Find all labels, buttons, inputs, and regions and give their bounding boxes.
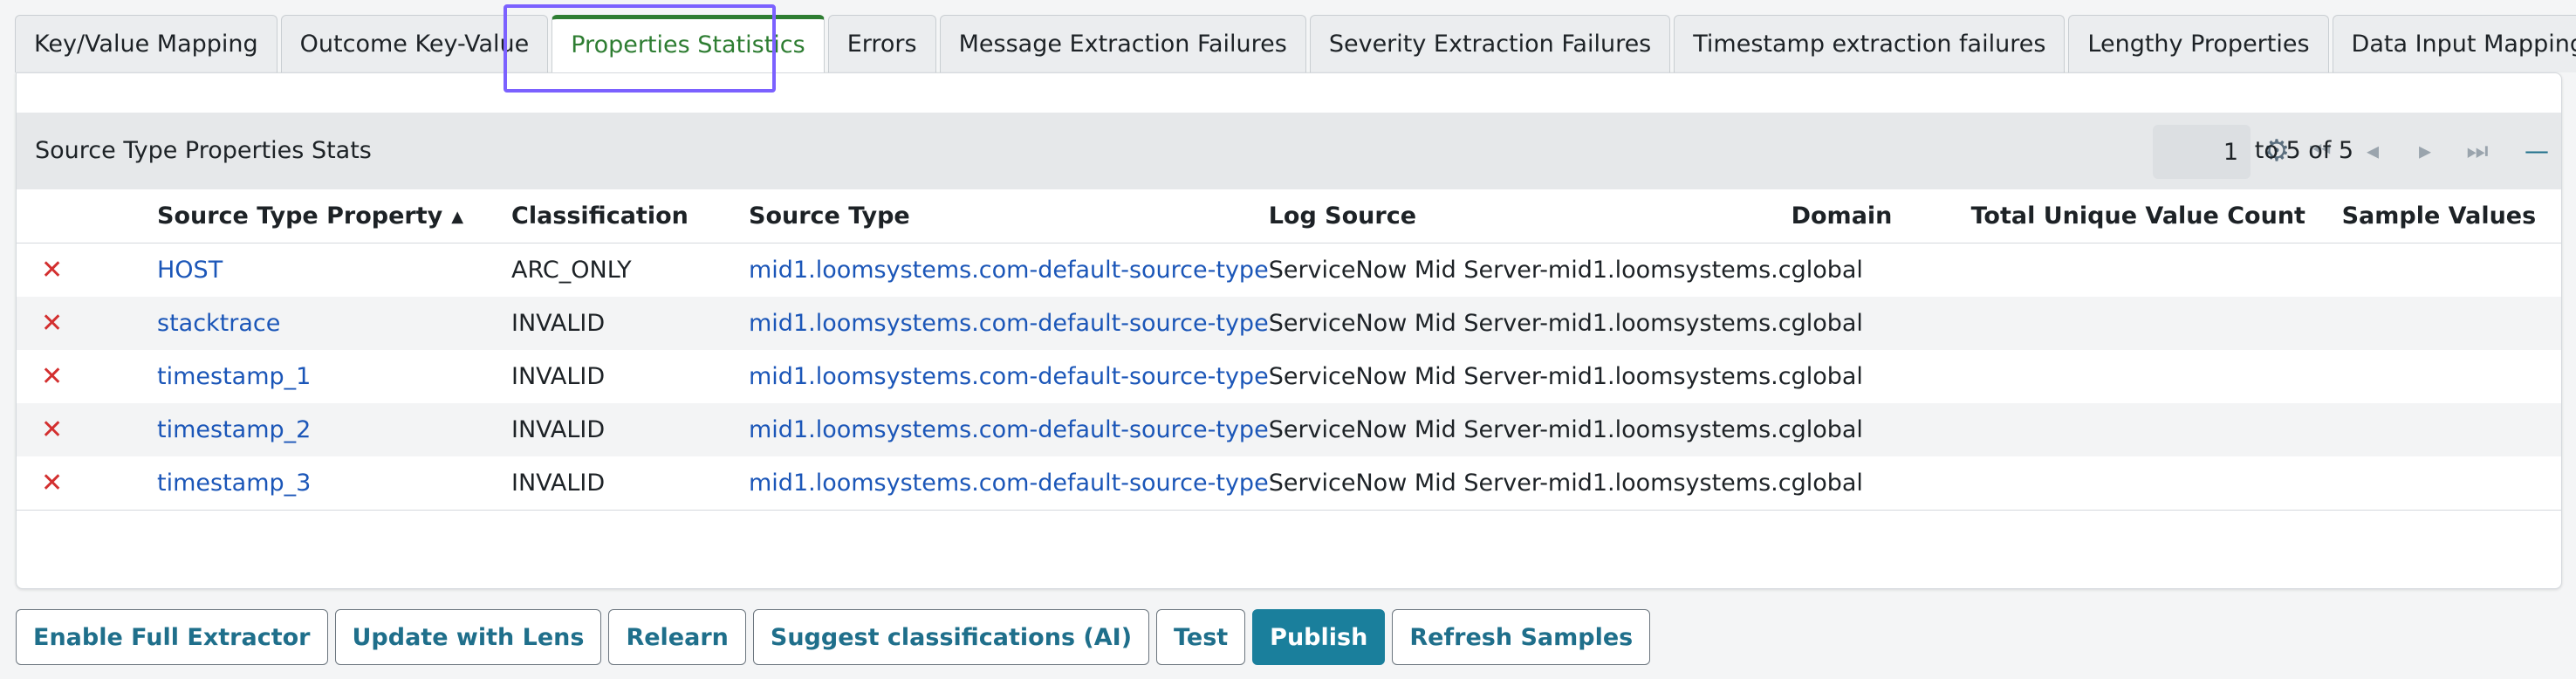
total-unique-cell — [1971, 350, 2342, 403]
tab-outcome-key-value[interactable]: Outcome Key-Value — [280, 15, 549, 72]
col-actions — [17, 189, 157, 243]
test-button[interactable]: Test — [1156, 609, 1246, 665]
classification-cell: INVALID — [511, 297, 749, 350]
log-source-cell: ServiceNow Mid Server-mid1.loomsystems.c — [1268, 456, 1792, 511]
source-type-link[interactable]: mid1.loomsystems.com-default-source-type — [749, 363, 1269, 390]
col-total-unique-value-count[interactable]: Total Unique Value Count — [1970, 189, 2342, 243]
property-link[interactable]: HOST — [157, 257, 223, 284]
source-type-link[interactable]: mid1.loomsystems.com-default-source-type — [749, 416, 1269, 443]
source-type-link[interactable]: mid1.loomsystems.com-default-source-type — [749, 257, 1269, 284]
classification-cell: INVALID — [511, 403, 749, 456]
table-row: ✕ timestamp_2 INVALID mid1.loomsystems.c… — [17, 403, 2561, 456]
page-number-input[interactable] — [2153, 125, 2251, 179]
log-source-cell: ServiceNow Mid Server-mid1.loomsystems.c — [1268, 257, 1792, 284]
tab-properties-statistics[interactable]: Properties Statistics — [552, 15, 825, 72]
property-link[interactable]: timestamp_3 — [157, 470, 311, 497]
sort-ascending-icon: ▲ — [451, 208, 464, 226]
tab-bar: Key/Value Mapping Outcome Key-Value Prop… — [15, 15, 2576, 72]
enable-full-extractor-button[interactable]: Enable Full Extractor — [16, 609, 328, 665]
refresh-samples-button[interactable]: Refresh Samples — [1392, 609, 1651, 665]
col-sample-values[interactable]: Sample Values — [2341, 189, 2561, 243]
tab-lengthy-properties[interactable]: Lengthy Properties — [2068, 15, 2329, 72]
sample-values-cell — [2342, 243, 2561, 298]
suggest-classifications-button[interactable]: Suggest classifications (AI) — [752, 609, 1150, 665]
relearn-button[interactable]: Relearn — [608, 609, 746, 665]
x-icon[interactable]: ✕ — [17, 308, 63, 339]
property-link[interactable]: stacktrace — [157, 310, 280, 337]
table-row: ✕ timestamp_1 INVALID mid1.loomsystems.c… — [17, 350, 2561, 403]
classification-cell: INVALID — [511, 363, 606, 390]
table-header-row: Source Type Property ▲ Classification Sou… — [17, 189, 2561, 243]
tab-data-input-mappings[interactable]: Data Input Mappings — [2332, 15, 2576, 72]
page-range-text: to 5 of 5 — [2254, 137, 2353, 164]
x-icon[interactable]: ✕ — [17, 468, 63, 498]
x-icon[interactable]: ✕ — [17, 255, 63, 285]
table-row: ✕ stacktrace INVALID mid1.loomsystems.co… — [17, 297, 2561, 350]
col-source-type[interactable]: Source Type — [749, 189, 1269, 243]
log-source-cell: ServiceNow Mid Server-mid1.loomsystems.c — [1268, 403, 1792, 456]
panel-header: Source Type Properties Stats ⚙ ⏮ ◂ to 5 … — [17, 113, 2561, 189]
col-source-type-property[interactable]: Source Type Property ▲ — [157, 189, 511, 243]
publish-button[interactable]: Publish — [1252, 609, 1386, 665]
properties-stats-panel: Source Type Properties Stats ⚙ ⏮ ◂ to 5 … — [16, 72, 2562, 589]
total-unique-cell — [1970, 297, 2342, 350]
sample-values-cell — [2342, 350, 2561, 403]
property-link[interactable]: timestamp_2 — [157, 416, 311, 443]
update-with-lens-button[interactable]: Update with Lens — [334, 609, 602, 665]
col-classification[interactable]: Classification — [511, 189, 749, 243]
domain-cell: global — [1791, 363, 1863, 390]
total-unique-cell — [1970, 456, 2342, 511]
action-bar: Enable Full Extractor Update with Lens R… — [16, 609, 1657, 665]
table-row: ✕ timestamp_3 INVALID mid1.loomsystems.c… — [17, 456, 2561, 511]
next-page-icon[interactable]: ▸ — [2408, 113, 2442, 189]
log-source-cell: ServiceNow Mid Server-mid1.loomsystems.c — [1268, 363, 1792, 390]
property-link[interactable]: timestamp_1 — [157, 363, 311, 390]
total-unique-cell — [1970, 403, 2342, 456]
classification-cell: ARC_ONLY — [511, 257, 632, 284]
tab-severity-extraction-failures[interactable]: Severity Extraction Failures — [1309, 15, 1671, 72]
domain-cell: global — [1791, 456, 1971, 511]
sample-values-cell — [2341, 403, 2561, 456]
domain-cell: global — [1791, 297, 1971, 350]
properties-table: Source Type Property ▲ Classification Sou… — [17, 189, 2561, 511]
tab-key-value-mapping[interactable]: Key/Value Mapping — [15, 15, 277, 72]
col-domain[interactable]: Domain — [1791, 189, 1971, 243]
prev-page-icon[interactable]: ◂ — [2355, 113, 2390, 189]
domain-cell: global — [1791, 257, 1863, 284]
last-page-icon[interactable]: ⏭ — [2460, 113, 2495, 189]
log-source-cell: ServiceNow Mid Server-mid1.loomsystems.c — [1268, 297, 1792, 350]
total-unique-cell — [1971, 243, 2342, 298]
source-type-link[interactable]: mid1.loomsystems.com-default-source-type — [749, 470, 1269, 497]
x-icon[interactable]: ✕ — [17, 361, 63, 392]
tab-errors[interactable]: Errors — [827, 15, 936, 72]
source-type-link[interactable]: mid1.loomsystems.com-default-source-type — [749, 310, 1269, 337]
col-log-source[interactable]: Log Source — [1268, 189, 1792, 243]
sample-values-cell — [2341, 297, 2561, 350]
panel-title: Source Type Properties Stats — [35, 137, 372, 164]
tab-timestamp-extraction-failures[interactable]: Timestamp extraction failures — [1674, 15, 2066, 72]
classification-cell: INVALID — [511, 456, 749, 511]
x-icon[interactable]: ✕ — [17, 415, 63, 445]
sample-values-cell — [2341, 456, 2561, 511]
table-row: ✕ HOST ARC_ONLY mid1.loomsystems.com-def… — [17, 243, 2561, 298]
minus-icon[interactable]: — — [2519, 113, 2554, 189]
tab-message-extraction-failures[interactable]: Message Extraction Failures — [939, 15, 1306, 72]
domain-cell: global — [1791, 403, 1971, 456]
